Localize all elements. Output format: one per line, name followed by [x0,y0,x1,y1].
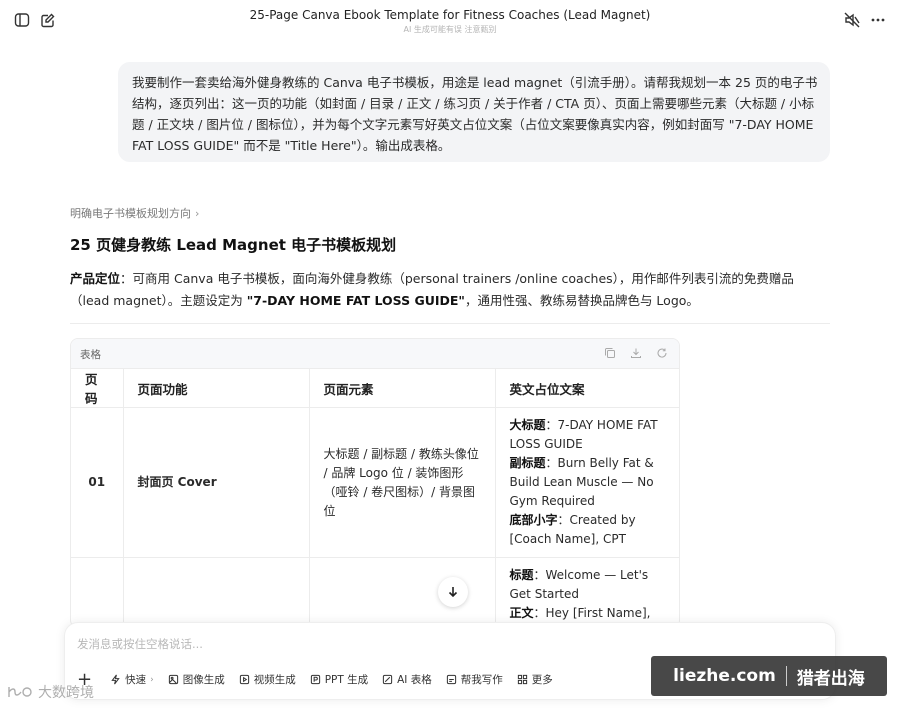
positioning-text-2: ，通用性强、教练易替换品牌色与 Logo。 [464,293,699,308]
answer-title: 25 页健身教练 Lead Magnet 电子书模板规划 [70,236,397,254]
copy-line: 大标题：7-DAY HOME FAT LOSS GUIDE [510,416,668,454]
top-bar: 25-Page Canva Ebook Template for Fitness… [0,0,900,40]
tool-label: 视频生成 [253,674,296,686]
scroll-to-bottom-button[interactable] [438,577,468,607]
tool-more[interactable]: 更多 [517,672,553,687]
tool-label: AI 表格 [397,674,432,686]
thinking-breadcrumb[interactable]: 明确电子书模板规划方向 › [70,205,199,221]
tool-ppt-gen[interactable]: PPT 生成 [310,672,368,687]
table-header-row: 页码 页面功能 页面元素 英文占位文案 [71,369,679,408]
watermark-domain: liezhe.com [673,666,776,686]
tool-label: 快速 [125,674,147,686]
header-elements: 页面元素 [309,369,496,408]
arrow-down-icon [448,587,458,598]
tool-image-gen[interactable]: 图像生成 [168,672,225,687]
positioning-label: 产品定位 [70,271,121,286]
more-options-icon[interactable] [868,10,888,30]
table-card-label: 表格 [80,349,101,361]
ai-disclaimer: AI 生成可能有误 注意甄别 [403,25,497,34]
chevron-right-icon: › [195,206,200,220]
tool-label: 更多 [531,674,553,686]
watermark-left-text: 大数跨境 [38,685,94,701]
header-function: 页面功能 [123,369,310,408]
conversation-title: 25-Page Canva Ebook Template for Fitness… [249,8,651,22]
cell-page [71,557,124,627]
copy-label: 大标题 [509,418,546,432]
breadcrumb-label: 明确电子书模板规划方向 [70,207,191,220]
copy-label: 正文 [509,606,534,620]
table-card-tools [603,346,669,360]
video-icon [239,674,249,685]
copy-label: 副标题 [509,456,546,470]
chevron-right-icon: › [150,674,154,685]
copy-label: 标题 [509,568,534,582]
image-icon [168,674,178,685]
tool-label: 帮我写作 [460,674,503,686]
mute-icon[interactable] [842,10,862,30]
header-page: 页码 [71,369,124,408]
user-message-bubble: 我要制作一套卖给海外健身教练的 Canva 电子书模板，用途是 lead mag… [118,62,830,162]
ppt-icon [310,674,320,685]
watermark-left: 大数跨境 [6,682,94,702]
copy-line: 标题：Welcome — Let's Get Started [510,566,668,604]
cell-page: 01 [71,407,124,558]
cell-copy: 大标题：7-DAY HOME FAT LOSS GUIDE 副标题：Burn B… [495,407,679,558]
watermark-logo-icon [8,687,32,697]
sidebar-toggle-icon[interactable] [12,10,32,30]
watermark-separator [785,666,787,686]
copy-icon[interactable] [603,346,617,360]
cell-elements: 大标题 / 副标题 / 教练头像位 / 品牌 Logo 位 / 装饰图形（哑铃 … [309,407,496,558]
table-row: 01 封面页 Cover 大标题 / 副标题 / 教练头像位 / 品牌 Logo… [71,407,679,558]
cell-copy: 标题：Welcome — Let's Get Started 正文：Hey [F… [495,557,679,627]
copy-line: 正文：Hey [First Name], [510,604,668,623]
composer-toolbar: + 快速 › 图像生成 视频生成 PPT 生成 AI 表格 帮我写作 更多 [77,669,553,690]
lightning-icon [111,674,120,685]
copy-line: 副标题：Burn Belly Fat & Build Lean Muscle —… [510,454,668,511]
copy-text: ：Hey [First Name], [533,606,651,620]
positioning-theme: "7-DAY HOME FAT LOSS GUIDE" [246,293,465,308]
table-card-header: 表格 [71,339,679,369]
cell-function [123,557,310,627]
ebook-plan-table: 页码 页面功能 页面元素 英文占位文案 01 封面页 Cover 大标题 / 副… [71,369,679,627]
header-copy: 英文占位文案 [495,369,679,408]
divider [70,323,830,324]
tool-ai-table[interactable]: AI 表格 [382,672,432,687]
conversation-title-area: 25-Page Canva Ebook Template for Fitness… [200,8,700,35]
copy-label: 底部小字 [509,513,558,527]
tool-video-gen[interactable]: 视频生成 [239,672,296,687]
table-icon [382,674,393,685]
table-row: 标题：Welcome — Let's Get Started 正文：Hey [F… [71,557,679,627]
watermark-right: liezhe.com 猎者出海 [651,656,887,696]
tool-label: 图像生成 [182,674,225,686]
table-card: 表格 页码 页面功能 页面元素 英文占位文案 01 封面页 Cover 大标题 … [70,338,680,628]
watermark-brand: 猎者出海 [796,668,865,689]
tool-label: PPT 生成 [324,674,369,686]
download-icon[interactable] [629,346,643,360]
new-chat-icon[interactable] [38,10,58,30]
pen-icon [446,674,456,685]
tool-quick[interactable]: 快速 › [110,672,154,687]
refresh-icon[interactable] [655,346,669,360]
copy-line: 底部小字：Created by [Coach Name], CPT [510,511,668,549]
tool-writing[interactable]: 帮我写作 [446,672,503,687]
grid-icon [517,674,527,685]
message-input[interactable] [77,633,677,655]
positioning-paragraph: 产品定位：可商用 Canva 电子书模板，面向海外健身教练（personal t… [70,268,830,312]
cell-function: 封面页 Cover [123,407,310,558]
